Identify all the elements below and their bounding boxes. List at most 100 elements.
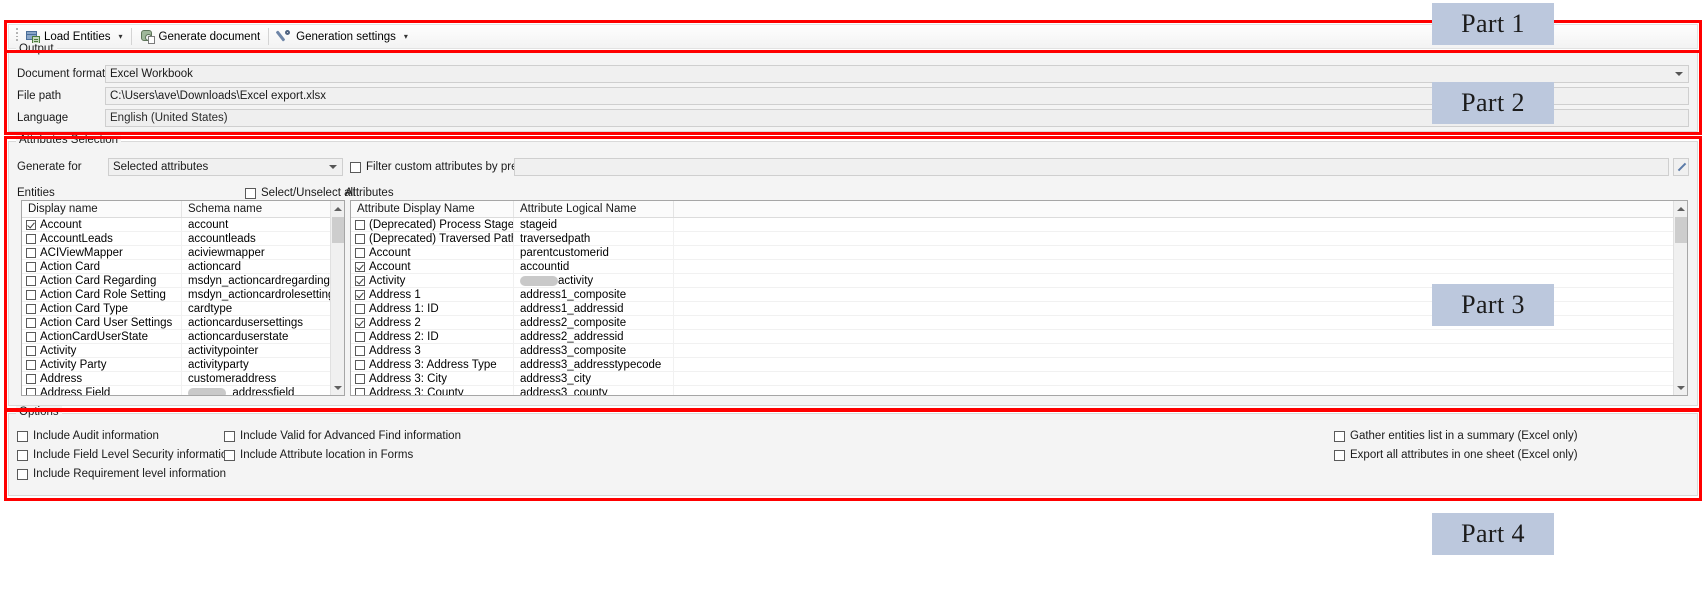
option-checkbox-box[interactable] <box>224 449 235 461</box>
row-checkbox[interactable] <box>355 275 365 286</box>
entities-vertical-scrollbar[interactable] <box>330 201 344 395</box>
option-checkbox-box[interactable] <box>17 449 28 461</box>
row-checkbox[interactable] <box>26 359 36 370</box>
table-row[interactable]: Activity Party activityparty <box>22 358 344 372</box>
row-checkbox[interactable] <box>355 331 365 342</box>
row-filler-cell <box>674 246 1687 259</box>
table-row[interactable]: Account account <box>22 218 344 232</box>
row-checkbox[interactable] <box>355 219 365 230</box>
option-checkbox[interactable]: Export all attributes in one sheet (Exce… <box>1334 449 1578 461</box>
option-label: Include Field Level Security information <box>33 449 234 461</box>
entities-scroll-up-button[interactable] <box>331 201 344 216</box>
attributes-column-logical-name[interactable]: Attribute Logical Name <box>514 201 674 217</box>
table-row[interactable]: Account parentcustomerid <box>351 246 1687 260</box>
option-checkbox[interactable]: Gather entities list in a summary (Excel… <box>1334 430 1578 442</box>
row-checkbox[interactable] <box>355 387 365 395</box>
generation-settings-button[interactable]: Generation settings ▾ <box>272 26 413 47</box>
option-checkbox-box[interactable] <box>17 430 28 442</box>
chevron-down-icon[interactable] <box>329 165 337 169</box>
row-checkbox[interactable] <box>26 317 36 328</box>
generation-settings-caret-icon[interactable]: ▾ <box>404 32 408 41</box>
load-entities-caret-icon[interactable]: ▾ <box>119 32 123 41</box>
row-checkbox[interactable] <box>26 275 36 286</box>
table-row[interactable]: Address Field _addressfield <box>22 386 344 395</box>
row-checkbox[interactable] <box>26 303 36 314</box>
attributes-scroll-up-button[interactable] <box>1674 201 1687 216</box>
select-unselect-all-checkbox[interactable]: Select/Unselect all <box>245 187 356 199</box>
option-checkbox[interactable]: Include Valid for Advanced Find informat… <box>224 430 461 442</box>
row-display-name-label: Account <box>40 218 82 231</box>
select-unselect-all-box[interactable] <box>245 187 256 199</box>
row-display-name-cell: Address 1 <box>351 288 514 301</box>
entities-scroll-down-button[interactable] <box>331 380 344 395</box>
row-checkbox[interactable] <box>26 247 36 258</box>
table-row[interactable]: ActionCardUserState actioncarduserstate <box>22 330 344 344</box>
filter-prefix-edit-button[interactable] <box>1673 158 1689 176</box>
filter-custom-attributes-checkbox[interactable]: Filter custom attributes by prefix <box>350 161 529 173</box>
chevron-down-icon[interactable] <box>1675 72 1683 76</box>
row-checkbox[interactable] <box>355 303 365 314</box>
entities-column-display-name[interactable]: Display name <box>22 201 182 217</box>
option-checkbox[interactable]: Include Field Level Security information <box>17 449 234 461</box>
row-checkbox[interactable] <box>26 387 36 395</box>
filter-prefix-checkbox-box[interactable] <box>350 161 361 173</box>
table-row[interactable]: Address 3: County address3_county <box>351 386 1687 395</box>
table-row[interactable]: Action Card actioncard <box>22 260 344 274</box>
row-checkbox[interactable] <box>355 233 365 244</box>
entities-column-schema-name[interactable]: Schema name <box>182 201 331 217</box>
option-checkbox[interactable]: Include Attribute location in Forms <box>224 449 413 461</box>
filter-prefix-input[interactable] <box>514 158 1669 176</box>
table-row[interactable]: (Deprecated) Traversed Path traversedpath <box>351 232 1687 246</box>
option-checkbox[interactable]: Include Requirement level information <box>17 468 226 480</box>
attributes-vertical-scrollbar[interactable] <box>1673 201 1687 395</box>
table-row[interactable]: Address 3 address3_composite <box>351 344 1687 358</box>
table-row[interactable]: Address customeraddress <box>22 372 344 386</box>
row-schema-name-cell: _addressfield <box>182 386 331 395</box>
table-row[interactable]: Action Card Type cardtype <box>22 302 344 316</box>
row-checkbox[interactable] <box>355 261 365 272</box>
row-checkbox[interactable] <box>355 247 365 258</box>
row-checkbox[interactable] <box>26 331 36 342</box>
table-row[interactable]: Action Card Regarding msdyn_actioncardreg… <box>22 274 344 288</box>
row-display-name-cell: Address 2 <box>351 316 514 329</box>
option-checkbox-box[interactable] <box>17 468 28 480</box>
row-display-name-label: Address 2 <box>369 316 421 329</box>
row-checkbox[interactable] <box>26 261 36 272</box>
table-row[interactable]: Address 2: ID address2_addressid <box>351 330 1687 344</box>
row-checkbox[interactable] <box>355 317 365 328</box>
table-row[interactable]: Address 3: Address Type address3_addresst… <box>351 358 1687 372</box>
document-format-select[interactable]: Excel Workbook <box>105 65 1689 83</box>
option-checkbox-box[interactable] <box>224 430 235 442</box>
row-display-name-cell: Address 2: ID <box>351 330 514 343</box>
table-row[interactable]: Action Card Role Setting msdyn_actioncard… <box>22 288 344 302</box>
entities-scroll-thumb[interactable] <box>332 217 344 243</box>
table-row[interactable]: (Deprecated) Process Stage stageid <box>351 218 1687 232</box>
generate-for-select[interactable]: Selected attributes <box>108 158 343 176</box>
entities-listview[interactable]: Display name Schema name Account account A… <box>21 200 345 396</box>
row-checkbox[interactable] <box>355 359 365 370</box>
row-checkbox[interactable] <box>26 345 36 356</box>
row-checkbox[interactable] <box>355 373 365 384</box>
table-row[interactable]: Address 3: City address3_city <box>351 372 1687 386</box>
table-row[interactable]: Activity activitypointer <box>22 344 344 358</box>
row-checkbox[interactable] <box>26 233 36 244</box>
row-checkbox[interactable] <box>355 289 365 300</box>
table-row[interactable]: Account accountid <box>351 260 1687 274</box>
option-checkbox[interactable]: Include Audit information <box>17 430 159 442</box>
row-display-name-label: (Deprecated) Process Stage <box>369 218 514 231</box>
table-row[interactable]: AccountLeads accountleads <box>22 232 344 246</box>
toolbar-separator-1 <box>130 28 132 45</box>
row-checkbox[interactable] <box>26 373 36 384</box>
option-checkbox-box[interactable] <box>1334 449 1345 461</box>
row-checkbox[interactable] <box>355 345 365 356</box>
attributes-scroll-down-button[interactable] <box>1674 380 1687 395</box>
chevron-up-icon <box>1677 206 1685 211</box>
option-checkbox-box[interactable] <box>1334 430 1345 442</box>
table-row[interactable]: ACIViewMapper aciviewmapper <box>22 246 344 260</box>
generate-document-button[interactable]: Generate document <box>135 26 266 47</box>
attributes-scroll-thumb[interactable] <box>1675 217 1687 243</box>
row-checkbox[interactable] <box>26 219 36 230</box>
attributes-column-display-name[interactable]: Attribute Display Name <box>351 201 514 217</box>
row-checkbox[interactable] <box>26 289 36 300</box>
table-row[interactable]: Action Card User Settings actioncardusers… <box>22 316 344 330</box>
